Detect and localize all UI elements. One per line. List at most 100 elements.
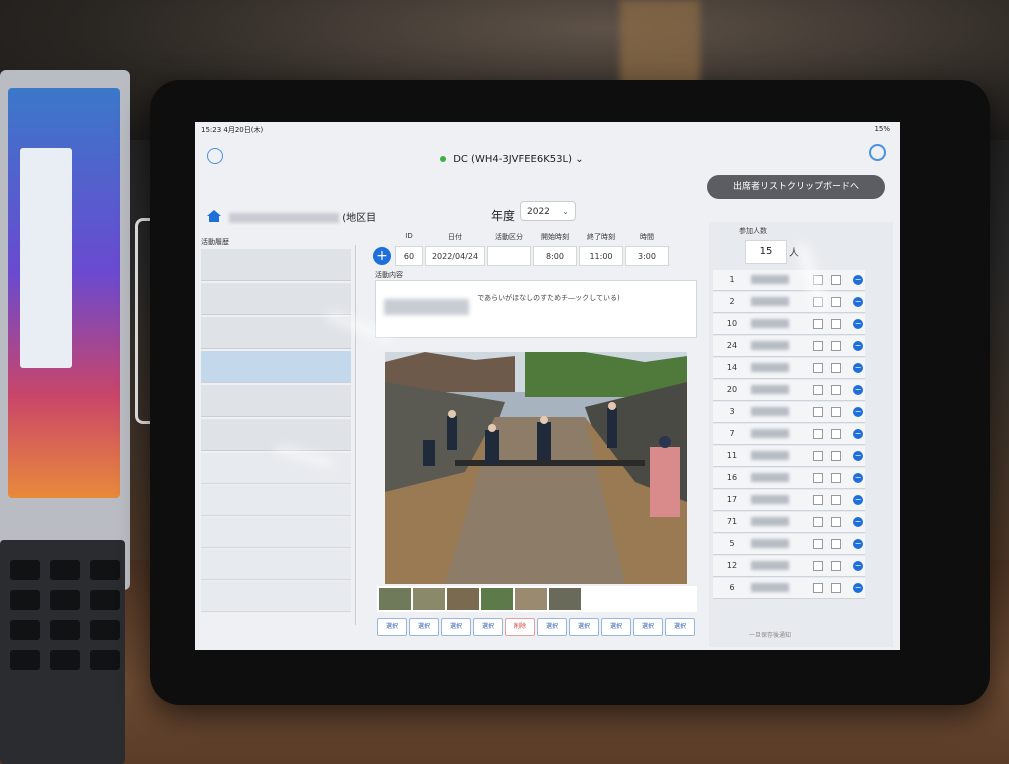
attend-checkbox[interactable]	[813, 539, 823, 549]
role-checkbox[interactable]	[831, 429, 841, 439]
role-checkbox[interactable]	[831, 407, 841, 417]
role-checkbox[interactable]	[831, 451, 841, 461]
attend-checkbox[interactable]	[813, 561, 823, 571]
participant-row[interactable]: 71 −	[713, 512, 865, 533]
history-row[interactable]	[201, 317, 351, 349]
minus-icon[interactable]: −	[853, 517, 863, 527]
minus-icon[interactable]: −	[853, 495, 863, 505]
minus-icon[interactable]: −	[853, 451, 863, 461]
attend-checkbox[interactable]	[813, 451, 823, 461]
minus-icon[interactable]: −	[853, 319, 863, 329]
participant-row[interactable]: 10 −	[713, 314, 865, 335]
participant-row[interactable]: 20 −	[713, 380, 865, 401]
select-button[interactable]: 選択	[569, 618, 599, 636]
thumbnail[interactable]	[447, 588, 479, 610]
minus-icon[interactable]: −	[853, 561, 863, 571]
role-checkbox[interactable]	[831, 297, 841, 307]
attend-checkbox[interactable]	[813, 385, 823, 395]
record-id[interactable]: 60	[395, 246, 423, 266]
role-checkbox[interactable]	[831, 275, 841, 285]
menu-circle-icon[interactable]	[207, 148, 223, 164]
attend-checkbox[interactable]	[813, 319, 823, 329]
minus-icon[interactable]: −	[853, 407, 863, 417]
record-start-time[interactable]: 8:00	[533, 246, 577, 266]
clipboard-button[interactable]: 出席者リストクリップボードへ	[707, 175, 885, 199]
attend-checkbox[interactable]	[813, 473, 823, 483]
minus-icon[interactable]: −	[853, 473, 863, 483]
select-button[interactable]: 選択	[633, 618, 663, 636]
role-checkbox[interactable]	[831, 583, 841, 593]
role-checkbox[interactable]	[831, 473, 841, 483]
attend-checkbox[interactable]	[813, 341, 823, 351]
attend-checkbox[interactable]	[813, 517, 823, 527]
attend-checkbox[interactable]	[813, 429, 823, 439]
search-icon[interactable]	[869, 144, 886, 161]
record-hours[interactable]: 3:00	[625, 246, 669, 266]
participant-row[interactable]: 7−	[713, 424, 865, 445]
ipad-screen: 15:23 4月20日(木) 15% DC (WH4-3JVFEE6K53L) …	[195, 122, 900, 650]
minus-icon[interactable]: −	[853, 275, 863, 285]
record-category[interactable]	[487, 246, 531, 266]
status-time: 15:23 4月20日(木)	[201, 126, 264, 134]
record-end-time[interactable]: 11:00	[579, 246, 623, 266]
participant-row[interactable]: 16 −	[713, 468, 865, 489]
attend-checkbox[interactable]	[813, 583, 823, 593]
device-title[interactable]: DC (WH4-3JVFEE6K53L) ⌄	[440, 154, 584, 165]
minus-icon[interactable]: −	[853, 363, 863, 373]
select-button[interactable]: 選択	[665, 618, 695, 636]
home-icon[interactable]	[207, 210, 221, 222]
select-button[interactable]: 選択	[601, 618, 631, 636]
year-select[interactable]: 2022 ⌄	[520, 201, 576, 221]
role-checkbox[interactable]	[831, 363, 841, 373]
select-button[interactable]: 選択	[409, 618, 439, 636]
select-button[interactable]: 選択	[377, 618, 407, 636]
participant-row[interactable]: 17 −	[713, 490, 865, 511]
delete-button[interactable]: 削除	[505, 618, 535, 636]
attend-checkbox[interactable]	[813, 495, 823, 505]
participant-row[interactable]: 2−	[713, 292, 865, 313]
history-row[interactable]	[201, 385, 351, 417]
plus-icon[interactable]: +	[373, 247, 391, 265]
history-row-selected[interactable]	[201, 351, 351, 383]
role-checkbox[interactable]	[831, 539, 841, 549]
role-checkbox[interactable]	[831, 385, 841, 395]
history-row[interactable]	[201, 249, 351, 281]
participant-row[interactable]: 24 −	[713, 336, 865, 357]
participant-row[interactable]: 5−	[713, 534, 865, 555]
participant-row[interactable]: 3−	[713, 402, 865, 423]
thumbnail[interactable]	[549, 588, 581, 610]
minus-icon[interactable]: −	[853, 341, 863, 351]
role-checkbox[interactable]	[831, 341, 841, 351]
thumbnail[interactable]	[481, 588, 513, 610]
attend-checkbox[interactable]	[813, 363, 823, 373]
redacted-name	[751, 319, 789, 328]
thumbnail[interactable]	[515, 588, 547, 610]
role-checkbox[interactable]	[831, 319, 841, 329]
role-checkbox[interactable]	[831, 517, 841, 527]
select-button[interactable]: 選択	[473, 618, 503, 636]
minus-icon[interactable]: −	[853, 297, 863, 307]
minus-icon[interactable]: −	[853, 385, 863, 395]
select-button[interactable]: 選択	[537, 618, 567, 636]
participant-id: 10	[726, 319, 738, 328]
participant-row[interactable]: 14 −	[713, 358, 865, 379]
participants-header: 参加人数	[739, 227, 767, 235]
history-row[interactable]	[201, 283, 351, 315]
history-scrollbar[interactable]	[355, 245, 364, 625]
activity-textarea[interactable]: であらいがほなしのすためチ―ックしている)	[375, 280, 697, 338]
attend-checkbox[interactable]	[813, 407, 823, 417]
activity-photo[interactable]	[385, 352, 687, 584]
minus-icon[interactable]: −	[853, 583, 863, 593]
record-date[interactable]: 2022/04/24	[425, 246, 485, 266]
participant-row[interactable]: 12 −	[713, 556, 865, 577]
minus-icon[interactable]: −	[853, 539, 863, 549]
select-button[interactable]: 選択	[441, 618, 471, 636]
participant-row[interactable]: 1−	[713, 270, 865, 291]
minus-icon[interactable]: −	[853, 429, 863, 439]
thumbnail[interactable]	[379, 588, 411, 610]
role-checkbox[interactable]	[831, 495, 841, 505]
participant-row[interactable]: 6−	[713, 578, 865, 599]
participant-row[interactable]: 11 −	[713, 446, 865, 467]
thumbnail[interactable]	[413, 588, 445, 610]
role-checkbox[interactable]	[831, 561, 841, 571]
